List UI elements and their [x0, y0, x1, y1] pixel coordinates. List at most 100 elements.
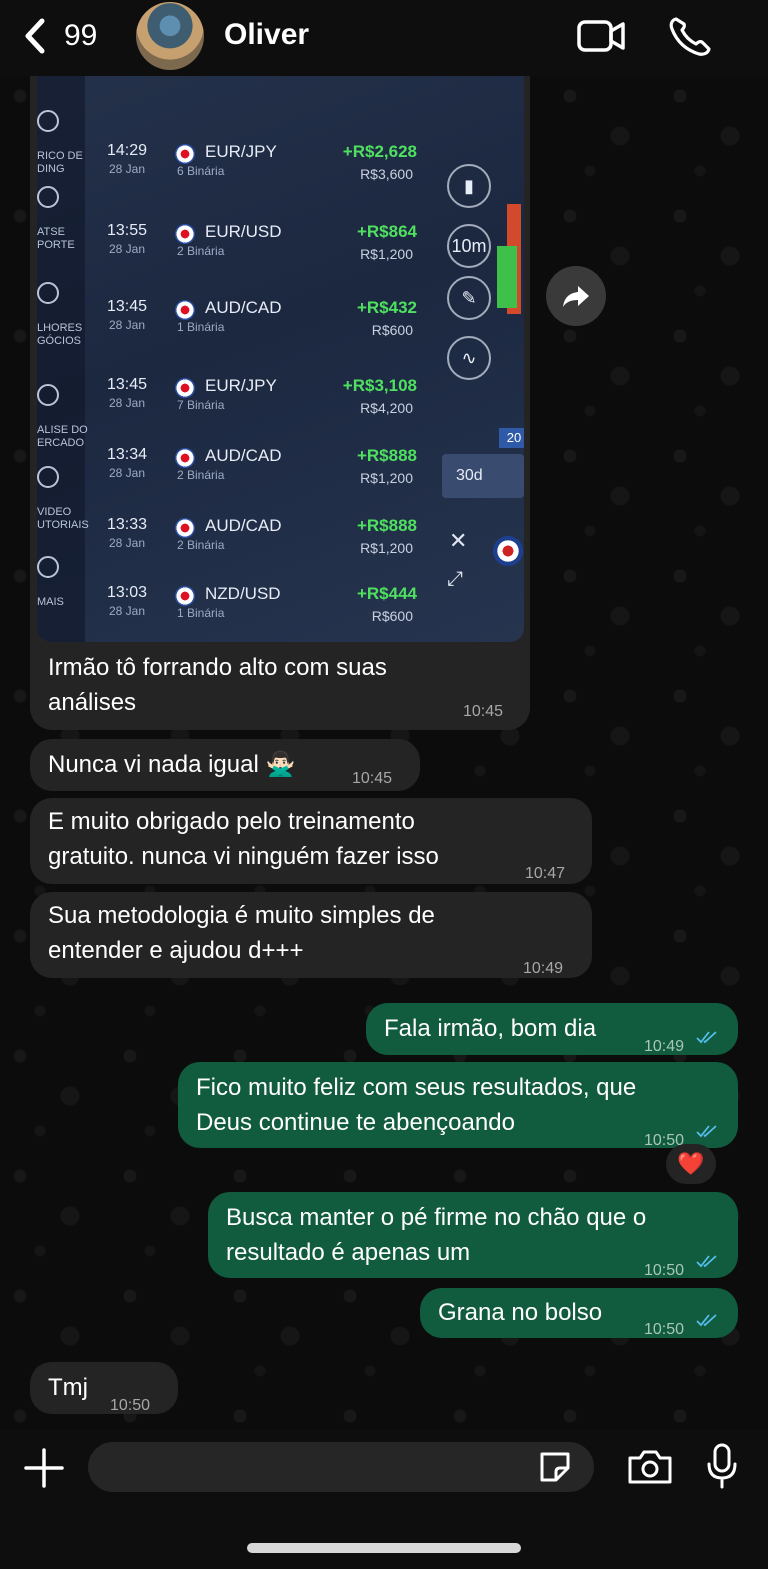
trade-binary: 1 Binária	[177, 606, 225, 620]
read-ticks-icon	[696, 1125, 717, 1138]
sidebar-nav-label: VIDEO UTORIAIS	[37, 506, 89, 531]
sidebar-nav-label: ALISE DO ERCADO	[37, 424, 88, 449]
heart-reaction[interactable]: ❤️	[666, 1144, 716, 1184]
chevron-left-icon	[25, 18, 45, 54]
currency-flag-icon	[175, 300, 195, 320]
trade-row: 13:03 28 Jan NZD/USD 1 Binária +R$444 R$600	[97, 584, 417, 642]
currency-flag-icon	[175, 224, 195, 244]
sidebar-nav-icon	[37, 186, 59, 208]
sidebar-nav-icon	[37, 282, 59, 304]
trade-pair: EUR/JPY	[205, 376, 277, 395]
camera-icon[interactable]	[626, 1448, 674, 1486]
trade-date: 28 Jan	[109, 604, 146, 618]
trade-time: 13:03	[107, 584, 148, 601]
message-time: 10:50	[110, 1397, 151, 1414]
message-text: Fala irmão, bom dia	[384, 1015, 597, 1042]
price-badge: 20	[499, 428, 524, 448]
trade-row: 13:45 28 Jan AUD/CAD 1 Binária +R$432 R$600	[97, 298, 417, 368]
currency-flag-icon	[175, 518, 195, 538]
trade-row: 13:34 28 Jan AUD/CAD 2 Binária +R$888 R$1,200	[97, 446, 417, 516]
trade-date: 28 Jan	[109, 396, 146, 410]
trade-profit: +R$2,628	[342, 142, 417, 161]
trade-time: 13:34	[107, 446, 148, 463]
trade-amount: R$1,200	[360, 540, 413, 556]
video-call-icon[interactable]	[576, 14, 626, 58]
trade-amount: R$1,200	[360, 470, 413, 486]
currency-flag-icon	[175, 586, 195, 606]
back-button[interactable]: 99	[20, 14, 110, 58]
trade-binary: 7 Binária	[177, 398, 225, 412]
period-selector: 30d	[442, 454, 524, 498]
message-time: 10:45	[352, 770, 393, 787]
trade-profit: +R$444	[356, 584, 417, 603]
currency-flag-icon	[175, 378, 195, 398]
sidebar-nav-label: RICO DE DING	[37, 150, 83, 175]
forward-icon	[563, 286, 589, 307]
read-ticks-icon	[696, 1031, 717, 1044]
chat-header: 99 Oliver	[0, 0, 768, 76]
message-text: Busca manter o pé firme no chão que o	[226, 1204, 647, 1231]
trade-profit: +R$888	[356, 516, 417, 535]
outgoing-message[interactable]: Fala irmão, bom dia 10:49	[366, 1003, 738, 1055]
message-text: gratuito. nunca vi ninguém fazer isso	[48, 843, 439, 870]
message-text: Tmj	[48, 1374, 88, 1401]
message-input[interactable]	[88, 1442, 594, 1492]
phone-call-icon[interactable]	[666, 14, 716, 58]
trade-date: 28 Jan	[109, 318, 146, 332]
incoming-message[interactable]: Sua metodologia é muito simples de enten…	[30, 892, 592, 978]
sticker-icon[interactable]	[536, 1448, 574, 1486]
currency-flag-icon	[175, 448, 195, 468]
currency-flag-icon	[175, 144, 195, 164]
message-text: Fico muito feliz com seus resultados, qu…	[196, 1074, 637, 1101]
trade-time: 13:33	[107, 516, 148, 533]
trade-binary: 1 Binária	[177, 320, 225, 334]
incoming-message[interactable]: E muito obrigado pelo treinamento gratui…	[30, 798, 592, 884]
unread-count: 99	[64, 19, 98, 52]
trade-profit: +R$432	[356, 298, 417, 317]
trade-time: 13:45	[107, 376, 148, 393]
trade-row: 13:33 28 Jan AUD/CAD 2 Binária +R$888 R$1,200	[97, 516, 417, 586]
forward-button[interactable]	[546, 266, 606, 326]
trade-row: 14:29 28 Jan EUR/JPY 6 Binária +R$2,628 R$3,6…	[97, 142, 417, 212]
trade-profit: +R$888	[356, 446, 417, 465]
indicator-icon: ∿	[447, 336, 491, 380]
trade-profit: +R$864	[356, 222, 417, 241]
trade-date: 28 Jan	[109, 536, 146, 550]
trade-amount: R$600	[371, 322, 413, 338]
timeframe-button: 10m	[447, 224, 491, 268]
outgoing-message[interactable]: Fico muito feliz com seus resultados, qu…	[178, 1062, 738, 1149]
incoming-message[interactable]: Tmj 10:50	[30, 1362, 178, 1414]
message-text: resultado é apenas um	[226, 1239, 471, 1266]
trade-pair: AUD/CAD	[205, 298, 282, 317]
trade-row: 13:45 28 Jan EUR/JPY 7 Binária +R$3,108 R$4,2…	[97, 376, 417, 446]
read-ticks-icon	[696, 1314, 717, 1327]
sidebar-nav-label: MAIS	[37, 596, 64, 608]
avatar[interactable]	[136, 2, 204, 70]
message-time: 10:47	[525, 865, 566, 882]
outgoing-message[interactable]: Grana no bolso 10:50	[420, 1288, 738, 1338]
trading-screenshot[interactable]: RICO DE DING ATSE PORTE LHORES GÓCIOS ALISE…	[37, 76, 524, 642]
message-text: E muito obrigado pelo treinamento	[48, 808, 415, 835]
trade-pair: NZD/USD	[205, 584, 281, 603]
plus-icon[interactable]	[22, 1446, 66, 1490]
home-indicator	[247, 1543, 521, 1553]
message-time: 10:49	[523, 960, 564, 977]
trade-pair: EUR/USD	[205, 222, 282, 241]
trade-amount: R$600	[371, 608, 413, 624]
microphone-icon[interactable]	[704, 1442, 740, 1490]
pencil-icon: ✎	[447, 276, 491, 320]
trade-pair: AUD/CAD	[205, 446, 282, 465]
message-time: 10:45	[463, 703, 504, 720]
trade-binary: 2 Binária	[177, 538, 225, 552]
sidebar-nav-icon	[37, 466, 59, 488]
message-text: entender e ajudou d+++	[48, 937, 304, 964]
contact-name[interactable]: Oliver	[224, 18, 309, 52]
candles-icon: ▮	[447, 164, 491, 208]
sidebar-nav-label: LHORES GÓCIOS	[37, 322, 83, 347]
incoming-message[interactable]: Nunca vi nada igual 🙅🏻‍♂️ 10:45	[30, 739, 420, 791]
message-time: 10:49	[644, 1038, 685, 1055]
outgoing-message[interactable]: Busca manter o pé firme no chão que o re…	[208, 1192, 738, 1279]
trade-date: 28 Jan	[109, 466, 146, 480]
trade-binary: 2 Binária	[177, 468, 225, 482]
sidebar-nav-icon	[37, 110, 59, 132]
